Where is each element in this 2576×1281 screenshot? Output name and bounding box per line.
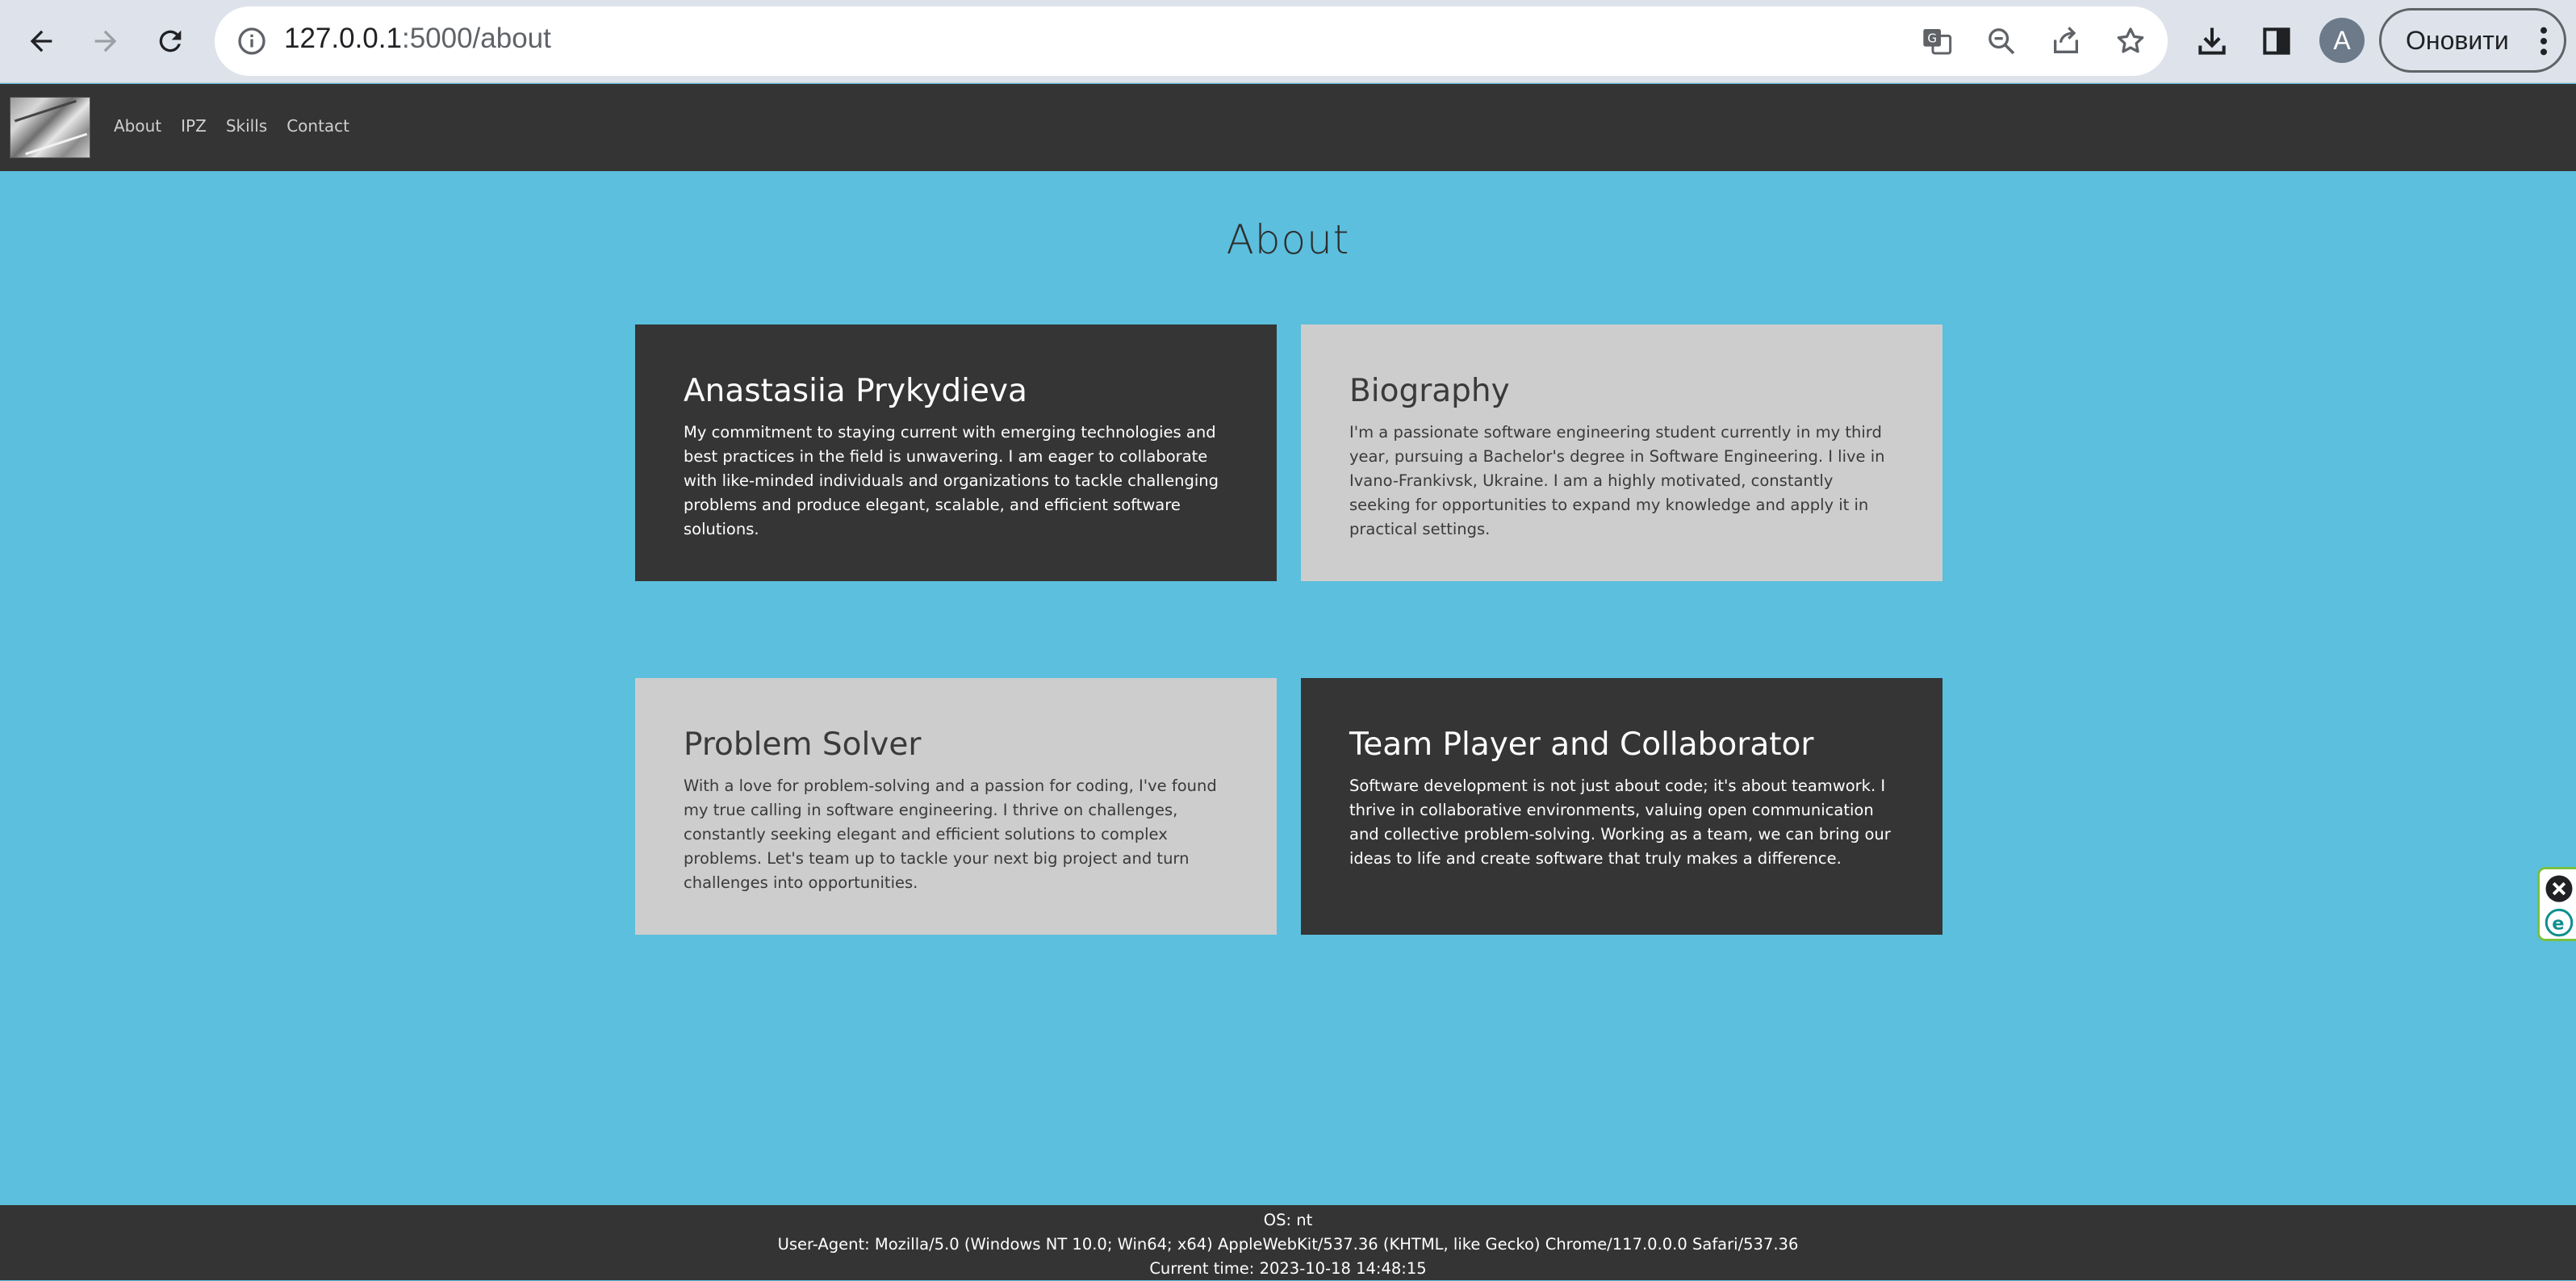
card-problem-solver: Problem Solver With a love for problem-s… [635,678,1277,935]
site-footer: OS: nt User-Agent: Mozilla/5.0 (Windows … [0,1205,2576,1280]
card-title: Problem Solver [684,726,922,763]
nav-link-about[interactable]: About [114,116,161,136]
zoom-out-icon [1988,28,2015,55]
translate-button[interactable]: G [1919,23,1955,59]
back-arrow-icon [30,30,52,52]
update-button-label: Оновити [2406,25,2509,55]
side-panel-button[interactable] [2256,21,2297,61]
reload-button[interactable] [145,16,195,66]
download-icon [2198,27,2226,55]
card-title: Anastasiia Prykydieva [684,373,1027,409]
update-button[interactable]: Оновити [2379,8,2566,73]
nav-link-contact[interactable]: Contact [286,116,349,136]
site-info-icon[interactable] [236,25,268,57]
site-logo[interactable] [10,97,90,158]
url-host: 127.0.0.1 [284,23,402,54]
browser-toolbar: 127.0.0.1:5000/about G A Оновити [0,0,2576,83]
bookmark-button[interactable] [2113,23,2148,59]
card-biography: Biography I'm a passionate software engi… [1301,324,1942,581]
translate-icon: G [1923,29,1952,55]
profile-avatar[interactable]: A [2319,18,2365,63]
zoom-button[interactable] [1984,23,2019,59]
card-profile: Anastasiia Prykydieva My commitment to s… [635,324,1277,581]
footer-os: OS: nt [1263,1211,1313,1229]
close-icon[interactable] [2545,874,2574,903]
downloads-button[interactable] [2192,21,2232,61]
more-menu-icon[interactable] [2540,25,2548,57]
reload-icon [159,30,182,52]
card-text: I'm a passionate software engineering st… [1349,423,1885,538]
share-button[interactable] [2048,23,2084,59]
star-icon [2117,27,2144,53]
extension-side-widget: e [2537,867,2576,941]
url-path: :5000/about [401,23,551,54]
nav-link-skills[interactable]: Skills [226,116,267,136]
back-button[interactable] [16,16,66,66]
card-text: Software development is not just about c… [1349,777,1891,868]
card-title: Team Player and Collaborator [1349,726,1814,763]
svg-text:e: e [2552,913,2564,934]
nav-link-ipz[interactable]: IPZ [181,116,207,136]
site-header: About IPZ Skills Contact [0,84,2576,171]
site-nav: About IPZ Skills Contact [114,116,349,136]
footer-time: Current time: 2023-10-18 14:48:15 [1149,1259,1427,1278]
page-title: About [1226,216,1350,263]
extension-e-icon[interactable]: e [2545,908,2574,937]
footer-user-agent: User-Agent: Mozilla/5.0 (Windows NT 10.0… [777,1235,1799,1254]
share-icon [2054,27,2078,53]
forward-arrow-icon [94,30,117,52]
forward-button[interactable] [81,16,131,66]
card-team-player: Team Player and Collaborator Software de… [1301,678,1942,935]
card-text: With a love for problem-solving and a pa… [684,777,1217,892]
card-text: My commitment to staying current with em… [684,423,1219,538]
side-panel-icon [2263,27,2290,55]
address-bar[interactable]: 127.0.0.1:5000/about G [215,6,2168,76]
svg-text:G: G [1927,31,1937,46]
card-title: Biography [1349,373,1510,409]
url-text[interactable]: 127.0.0.1:5000/about [284,23,551,55]
